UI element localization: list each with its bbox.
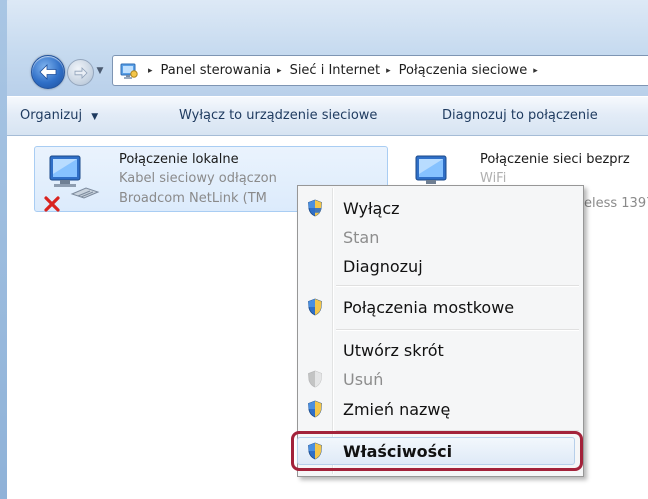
menu-item-label: Zmień nazwę [343,399,451,419]
shield-icon [307,298,323,316]
menu-item-label: Utwórz skrót [343,340,444,360]
menu-item-delete[interactable]: Usuń [299,366,580,392]
menu-separator [336,285,579,287]
forward-button[interactable] [67,59,94,86]
organize-button[interactable]: Organizuj ▼ [20,108,98,123]
command-bar: Organizuj ▼ Wyłącz to urządzenie sieciow… [7,96,648,136]
connection-adapter: eless 1397 [584,196,648,211]
diagnose-connection-button[interactable]: Diagnozuj to połączenie [442,108,598,123]
crumb-network-internet[interactable]: Sieć i Internet [290,63,381,78]
shield-icon [307,199,323,217]
organize-label: Organizuj [20,108,83,123]
menu-item-rename[interactable]: Zmień nazwę [299,396,580,422]
crumb-separator[interactable]: ▸ [533,66,538,76]
menu-item-label: Stan [343,227,380,247]
shield-icon [307,400,323,418]
connection-name: Połączenie lokalne [119,152,239,167]
menu-item-label: Połączenia mostkowe [343,297,515,317]
menu-item-diagnose[interactable]: Diagnozuj [299,253,580,279]
menu-item-disable[interactable]: Wyłącz [299,195,580,221]
menu-item-label: Wyłącz [343,198,400,218]
connection-status: Kabel sieciowy odłączon [119,171,277,186]
control-panel-icon [120,62,138,80]
crumb-separator[interactable]: ▸ [386,66,391,76]
connection-status: WiFi [480,171,507,186]
arrow-left-icon [39,64,57,80]
menu-item-bridge[interactable]: Połączenia mostkowe [299,294,580,320]
menu-separator [336,329,579,331]
arrow-right-icon [74,66,88,79]
menu-item-status[interactable]: Stan [299,224,580,250]
back-button[interactable] [31,55,65,89]
crumb-separator[interactable]: ▸ [277,66,282,76]
disable-device-button[interactable]: Wyłącz to urządzenie sieciowe [179,108,377,123]
chevron-down-icon: ▼ [91,112,99,122]
crumb-network-connections[interactable]: Połączenia sieciowe [399,63,528,78]
menu-item-label: Diagnozuj [343,256,423,276]
highlight-annotation [291,431,583,471]
crumb-control-panel[interactable]: Panel sterowania [161,63,272,78]
window-left-border [0,0,7,499]
address-bar[interactable]: ▸ Panel sterowania ▸ Sieć i Internet ▸ P… [112,55,648,86]
disconnected-x-icon [44,196,60,216]
menu-item-label: Usuń [343,369,384,389]
connection-name: Połączenie sieci bezprz [480,152,630,167]
recent-pages-dropdown[interactable]: ▼ [95,66,105,76]
crumb-separator[interactable]: ▸ [148,66,153,76]
menu-item-create-shortcut[interactable]: Utwórz skrót [299,337,580,363]
connection-adapter: Broadcom NetLink (TM [119,191,267,206]
shield-icon [307,370,323,388]
